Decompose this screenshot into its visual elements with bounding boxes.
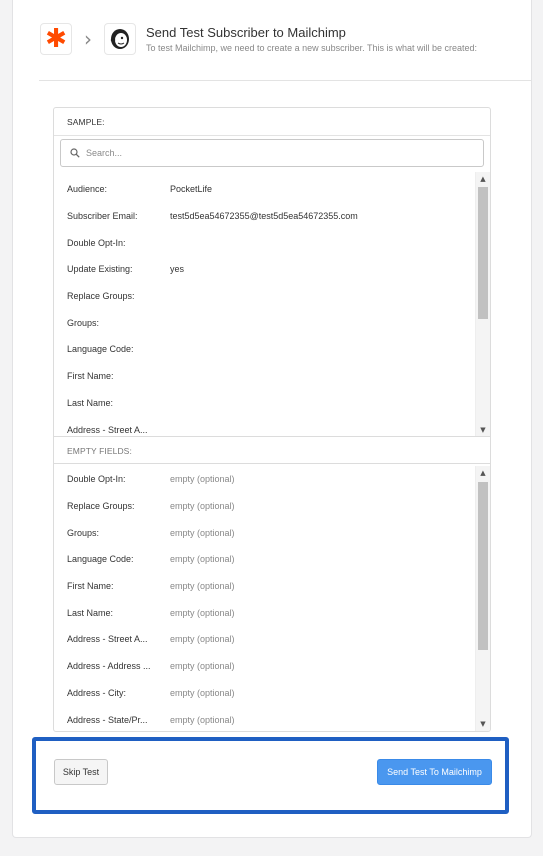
list-item: Last Name:	[54, 390, 490, 417]
list-item: Last Name: empty (optional)	[54, 599, 490, 626]
field-label: Language Code:	[67, 554, 134, 565]
list-item: Address - Address ... empty (optional)	[54, 653, 490, 680]
zapier-icon: ✱	[45, 24, 67, 54]
field-label: Groups:	[67, 527, 100, 538]
list-item: Language Code:	[54, 336, 490, 363]
field-label: Language Code:	[67, 344, 134, 355]
send-test-button[interactable]: Send Test To Mailchimp	[377, 759, 492, 785]
sample-scrollbar[interactable]: ▲ ▼	[475, 172, 490, 437]
list-item: Double Opt-In: empty (optional)	[54, 466, 490, 493]
scroll-down-arrow-icon[interactable]: ▼	[476, 717, 490, 731]
field-value: PocketLife	[170, 184, 213, 195]
step-header: ✱ › Send Test Subscriber to Mailchimp To…	[40, 22, 477, 56]
list-item: Replace Groups: empty (optional)	[54, 493, 490, 520]
search-icon	[70, 148, 80, 158]
list-item: Address - Street A... empty (optional)	[54, 626, 490, 653]
list-item: Address - State/Pr... empty (optional)	[54, 706, 490, 731]
field-label: Last Name:	[67, 397, 114, 408]
field-value: empty (optional)	[170, 634, 235, 645]
page-title: Send Test Subscriber to Mailchimp	[146, 24, 346, 40]
action-footer: Skip Test Send Test To Mailchimp	[32, 737, 509, 814]
search-box[interactable]	[60, 139, 484, 167]
empty-fields-scrollbar[interactable]: ▲ ▼	[475, 466, 490, 731]
list-item: Language Code: empty (optional)	[54, 546, 490, 573]
scroll-down-arrow-icon[interactable]: ▼	[476, 423, 490, 437]
list-item: Audience: PocketLife	[54, 176, 490, 203]
field-label: Replace Groups:	[67, 291, 135, 302]
sample-panel: SAMPLE: Audience: PocketLife Subscriber E…	[53, 107, 491, 732]
mailchimp-app-badge	[104, 23, 136, 55]
field-label: Last Name:	[67, 607, 114, 618]
field-label: Audience:	[67, 184, 108, 195]
chevron-right-icon: ›	[84, 27, 92, 51]
field-value: yes	[170, 264, 185, 275]
field-value: empty (optional)	[170, 474, 235, 485]
scrollbar-thumb[interactable]	[478, 482, 488, 650]
field-label: Double Opt-In:	[67, 237, 126, 248]
field-label: Address - Street A...	[67, 634, 148, 645]
field-label: Replace Groups:	[67, 501, 135, 512]
zapier-app-badge: ✱	[40, 23, 72, 55]
skip-test-button[interactable]: Skip Test	[54, 759, 108, 785]
sample-heading: SAMPLE:	[54, 108, 490, 136]
scroll-up-arrow-icon[interactable]: ▲	[476, 172, 490, 186]
field-value: empty (optional)	[170, 607, 235, 618]
field-value: empty (optional)	[170, 581, 235, 592]
mailchimp-icon	[110, 29, 129, 49]
list-item: First Name: empty (optional)	[54, 573, 490, 600]
field-value: empty (optional)	[170, 501, 235, 512]
list-item: First Name:	[54, 363, 490, 390]
field-label: Groups:	[67, 317, 100, 328]
field-value: empty (optional)	[170, 687, 235, 698]
list-item: Address - City: empty (optional)	[54, 680, 490, 707]
field-value: empty (optional)	[170, 527, 235, 538]
field-label: Address - Address ...	[67, 661, 151, 672]
list-item: Subscriber Email: test5d5ea54672355@test5…	[54, 203, 490, 230]
empty-field-list: Double Opt-In: empty (optional) Replace G…	[54, 466, 490, 731]
field-label: First Name:	[67, 371, 114, 382]
list-item: Update Existing: yes	[54, 256, 490, 283]
field-label: Update Existing:	[67, 264, 133, 275]
scrollbar-thumb[interactable]	[478, 187, 488, 319]
sample-field-list: Audience: PocketLife Subscriber Email: tes…	[54, 176, 490, 436]
field-label: Address - State/Pr...	[67, 714, 148, 725]
field-label: First Name:	[67, 581, 114, 592]
field-label: Address - City:	[67, 687, 127, 698]
field-value: empty (optional)	[170, 661, 235, 672]
list-item: Address - Street A...	[54, 416, 490, 436]
search-input[interactable]	[86, 148, 466, 158]
empty-fields-heading: EMPTY FIELDS:	[54, 436, 490, 464]
field-value: empty (optional)	[170, 714, 235, 725]
page-subtitle: To test Mailchimp, we need to create a n…	[146, 42, 477, 53]
field-label: Double Opt-In:	[67, 474, 126, 485]
list-item: Double Opt-In:	[54, 229, 490, 256]
field-value: test5d5ea54672355@test5d5ea54672355.com	[170, 211, 358, 222]
field-label: Subscriber Email:	[67, 211, 138, 222]
list-item: Groups:	[54, 309, 490, 336]
list-item: Replace Groups:	[54, 283, 490, 310]
list-item: Groups: empty (optional)	[54, 519, 490, 546]
header-divider	[39, 80, 531, 81]
scroll-up-arrow-icon[interactable]: ▲	[476, 466, 490, 480]
field-label: Address - Street A...	[67, 424, 148, 435]
field-value: empty (optional)	[170, 554, 235, 565]
